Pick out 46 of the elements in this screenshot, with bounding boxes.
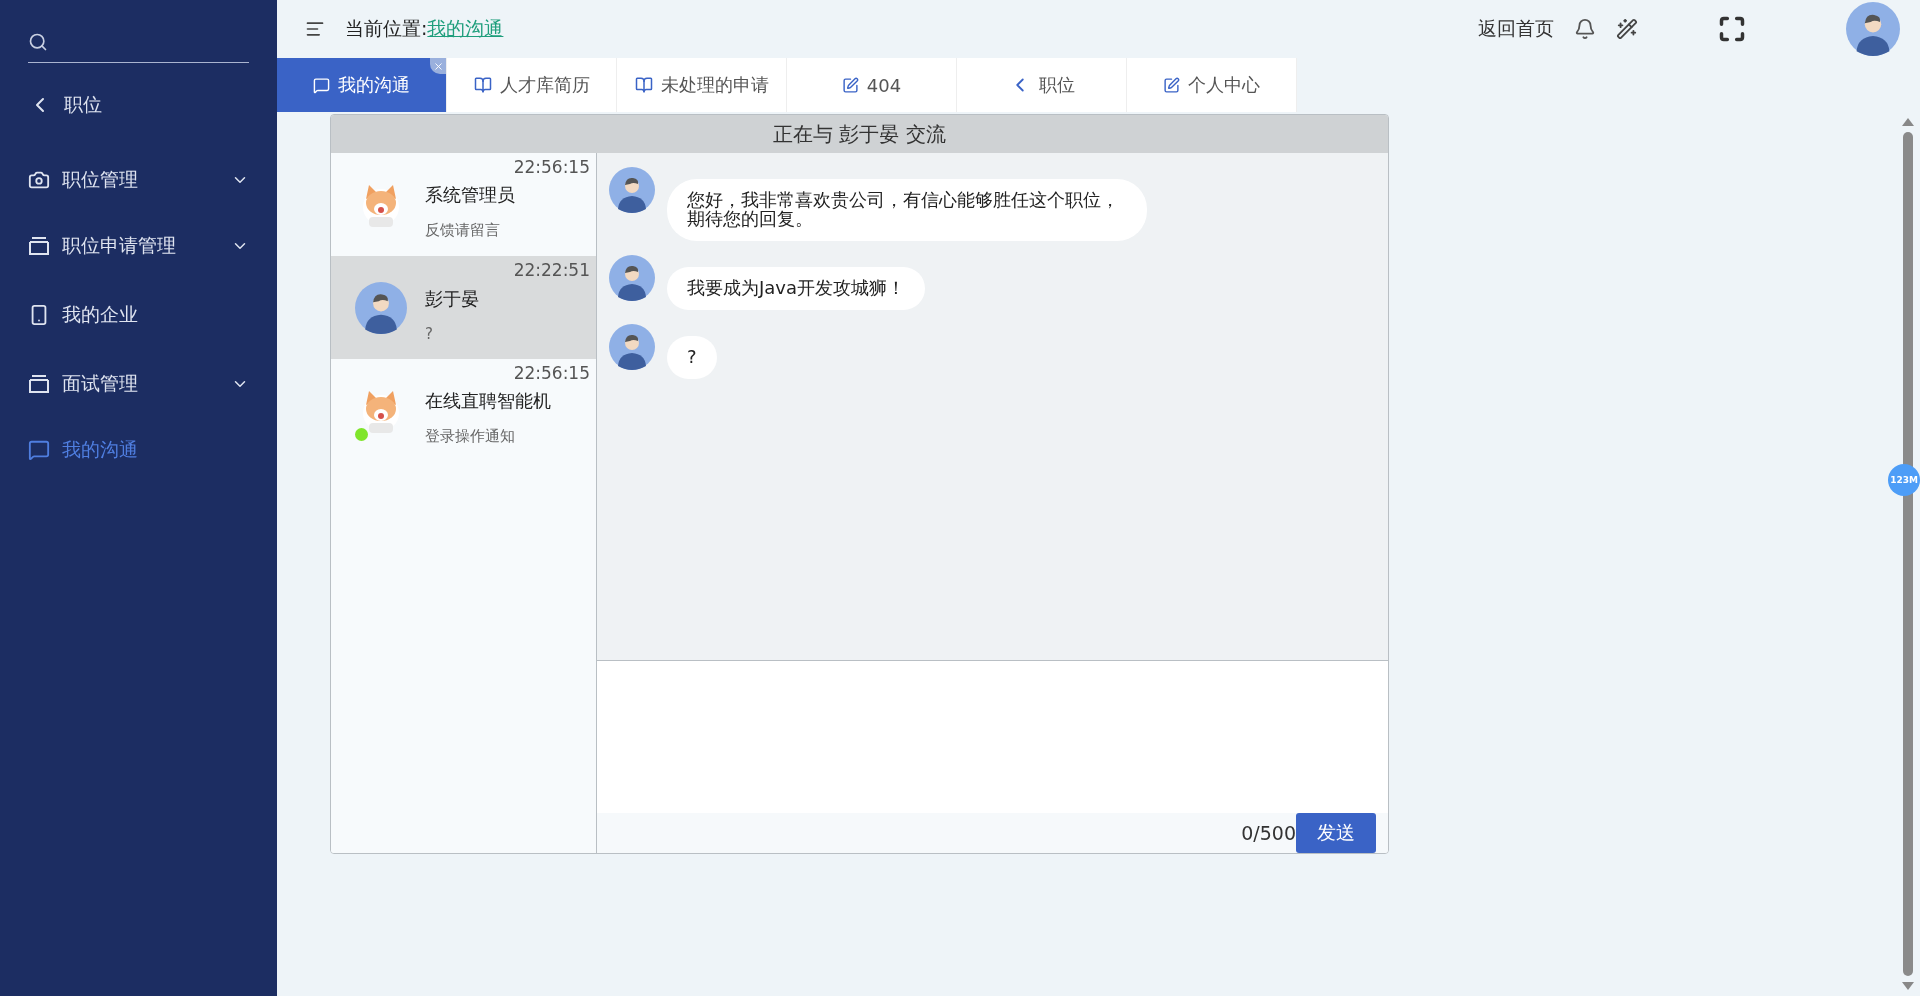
breadcrumb-label: 当前位置:	[345, 17, 428, 39]
sidebar-item[interactable]: 职位管理	[28, 147, 249, 213]
book-icon	[473, 76, 492, 94]
tray-icon	[28, 236, 50, 256]
fullscreen-icon[interactable]	[1718, 15, 1746, 43]
character-counter: 0/500	[1241, 822, 1296, 844]
avatar-icon	[355, 281, 407, 334]
avatar-icon	[609, 254, 655, 301]
scroll-down-icon[interactable]	[1902, 982, 1914, 990]
tab[interactable]: 职位	[957, 58, 1127, 112]
message-input[interactable]	[597, 661, 1388, 813]
avatar-icon	[609, 167, 655, 213]
message-bubble: 您好，我非常喜欢贵公司，有信心能够胜任这个职位，期待您的回复。	[667, 179, 1147, 241]
tab[interactable]: 个人中心	[1127, 58, 1297, 112]
memory-badge: 123M	[1888, 464, 1920, 496]
book-icon	[634, 76, 653, 94]
avatar-icon	[609, 323, 655, 370]
camera-icon	[28, 169, 50, 191]
bell-icon[interactable]	[1574, 18, 1596, 40]
sidebar-item[interactable]: 面试管理	[28, 351, 249, 417]
message-bubble: ?	[667, 335, 717, 379]
conversation-item[interactable]: 彭于晏 ? 22:22:51	[331, 256, 596, 359]
tab[interactable]: 人才库简历	[447, 58, 617, 112]
close-icon[interactable]	[430, 58, 446, 74]
chat-icon	[313, 76, 330, 94]
edit-icon	[841, 76, 859, 94]
user-avatar-icon[interactable]	[1846, 2, 1900, 56]
tray-icon	[28, 374, 50, 394]
sidebar-item[interactable]: 职位申请管理	[28, 213, 249, 279]
home-link[interactable]: 返回首页	[1478, 16, 1554, 42]
scroll-up-icon[interactable]	[1902, 118, 1914, 126]
tab[interactable]: 404	[787, 58, 957, 112]
chat-title: 正在与 彭于晏 交流	[331, 115, 1388, 153]
tab[interactable]: 我的沟通	[277, 58, 447, 112]
search-icon	[28, 32, 48, 52]
send-button[interactable]: 发送	[1296, 813, 1376, 853]
menu-icon[interactable]	[305, 19, 325, 39]
tab[interactable]: 未处理的申请	[617, 58, 787, 112]
edit-icon	[1163, 76, 1180, 94]
chat-icon	[28, 439, 50, 461]
back-link[interactable]: 职位	[28, 63, 249, 147]
magic-wand-icon[interactable]	[1616, 18, 1638, 40]
sidebar-item[interactable]: 我的企业	[28, 279, 249, 351]
conversation-item[interactable]: 在线直聘智能机 登录操作通知 22:56:15	[331, 359, 596, 462]
conversation-item[interactable]: 系统管理员 反馈请留言 22:56:15	[331, 153, 596, 256]
message-bubble: 我要成为Java开发攻城狮！	[667, 266, 926, 310]
